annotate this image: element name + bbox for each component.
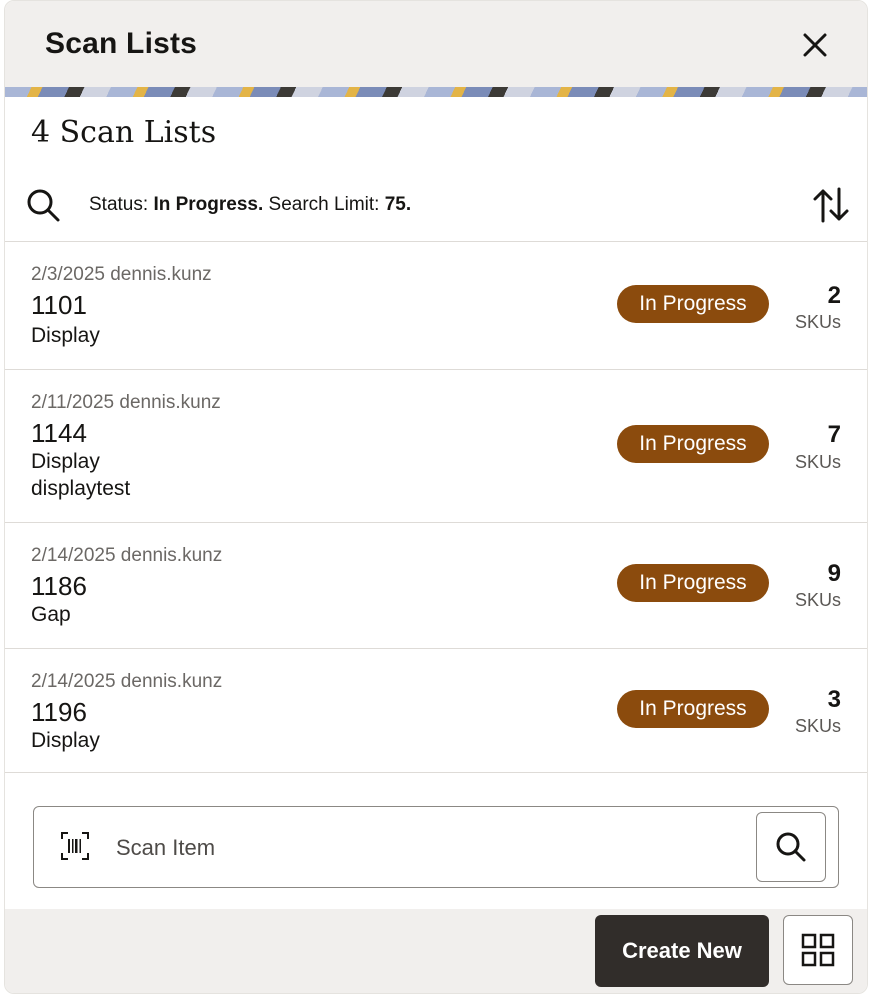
search-icon: [776, 832, 806, 862]
status-badge: In Progress: [617, 690, 769, 728]
scan-item-field: [33, 806, 839, 888]
filter-search-button[interactable]: [23, 185, 63, 225]
app-grid-button[interactable]: [783, 915, 853, 985]
grid-icon: [801, 933, 835, 967]
sort-icon: [813, 187, 849, 223]
list-item[interactable]: 2/3/2025 dennis.kunz 1101 Display In Pro…: [5, 242, 867, 370]
filter-row: Status: In Progress. Search Limit: 75.: [5, 177, 867, 242]
status-badge: In Progress: [617, 285, 769, 323]
item-description: Gap: [31, 603, 71, 626]
sku-count: 3: [827, 686, 841, 713]
filter-summary: Status: In Progress. Search Limit: 75.: [89, 194, 411, 216]
sku-label: SKUs: [794, 452, 841, 472]
limit-value: 75.: [384, 194, 412, 215]
close-button[interactable]: [795, 25, 835, 65]
list-count-title: 4 Scan Lists: [31, 115, 217, 150]
sku-label: SKUs: [794, 590, 841, 610]
sku-count: 9: [827, 560, 841, 587]
status-label: Status:: [89, 194, 149, 215]
create-new-button[interactable]: Create New: [595, 915, 769, 987]
page-title: Scan Lists: [45, 27, 198, 60]
item-description: displaytest: [31, 477, 131, 500]
status-value: In Progress.: [153, 194, 264, 215]
sku-count: 7: [827, 421, 841, 448]
item-description: Display: [31, 450, 100, 473]
sku-count: 2: [827, 282, 841, 309]
sku-label: SKUs: [794, 716, 841, 736]
list-item[interactable]: 2/14/2025 dennis.kunz 1196 Display In Pr…: [5, 649, 867, 773]
scan-lists-panel: Scan Lists 4 Scan Lists Status: In Progr…: [4, 0, 868, 994]
item-description: Display: [31, 729, 100, 752]
list-item[interactable]: 2/14/2025 dennis.kunz 1186 Gap In Progre…: [5, 523, 867, 649]
search-icon: [27, 189, 60, 222]
scan-search-button[interactable]: [756, 812, 826, 882]
item-meta: 2/3/2025 dennis.kunz: [31, 264, 212, 285]
scan-item-input[interactable]: [114, 825, 738, 871]
item-number: 1196: [31, 697, 87, 727]
footer-bar: Create New: [5, 909, 867, 993]
list-item[interactable]: 2/11/2025 dennis.kunz 1144 Display displ…: [5, 370, 867, 523]
decorative-banner: [5, 87, 867, 97]
barcode-icon: [61, 832, 89, 860]
item-meta: 2/14/2025 dennis.kunz: [31, 671, 223, 692]
sort-button[interactable]: [811, 183, 851, 227]
item-description: Display: [31, 324, 100, 347]
item-number: 1144: [31, 418, 87, 448]
item-meta: 2/14/2025 dennis.kunz: [31, 545, 223, 566]
item-meta: 2/11/2025 dennis.kunz: [31, 392, 221, 413]
close-icon: [803, 33, 827, 57]
item-number: 1101: [31, 290, 87, 320]
sku-label: SKUs: [794, 312, 841, 332]
item-number: 1186: [31, 571, 87, 601]
limit-label: Search Limit:: [268, 194, 380, 215]
status-badge: In Progress: [617, 564, 769, 602]
panel-header: Scan Lists: [5, 1, 867, 87]
status-badge: In Progress: [617, 425, 769, 463]
